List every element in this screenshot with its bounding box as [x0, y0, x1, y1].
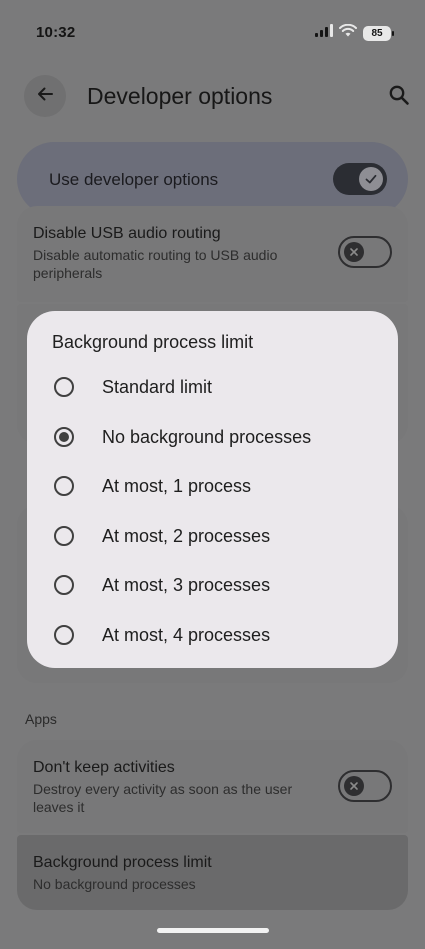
option-at-most-4[interactable]: At most, 4 processes — [27, 615, 398, 655]
master-toggle[interactable] — [333, 163, 387, 195]
radio-button[interactable] — [54, 476, 74, 496]
option-label: Standard limit — [102, 377, 213, 397]
battery-icon: 85 — [363, 25, 394, 41]
arrow-back-icon — [35, 84, 55, 109]
back-button[interactable] — [24, 75, 66, 117]
close-icon — [344, 776, 364, 796]
wifi-icon — [339, 23, 357, 42]
signal-icon — [315, 24, 333, 42]
option-at-most-2[interactable]: At most, 2 processes — [27, 516, 398, 556]
dont-keep-activities-title: Don't keep activities — [33, 759, 175, 776]
master-switch-label: Use developer options — [49, 170, 219, 189]
radio-button-selected[interactable] — [54, 427, 74, 447]
option-no-background-processes[interactable]: No background processes — [27, 417, 398, 457]
usb-audio-title: Disable USB audio routing — [33, 225, 221, 242]
radio-button[interactable] — [54, 377, 74, 397]
background-process-limit-title: Background process limit — [33, 854, 212, 871]
background-process-limit-dialog: Background process limit Standard limit … — [27, 311, 398, 668]
gesture-navigation-bar[interactable] — [157, 928, 269, 933]
page-title: Developer options — [87, 83, 273, 109]
check-icon — [359, 167, 383, 191]
option-standard-limit[interactable]: Standard limit — [27, 367, 398, 407]
option-label: At most, 2 processes — [102, 526, 271, 546]
radio-button[interactable] — [54, 575, 74, 595]
option-label: At most, 3 processes — [102, 575, 271, 595]
search-icon — [388, 84, 410, 111]
option-at-most-3[interactable]: At most, 3 processes — [27, 565, 398, 605]
option-label: At most, 1 process — [102, 476, 252, 496]
background-process-limit-subtitle: No background processes — [33, 876, 196, 892]
usb-audio-toggle[interactable] — [338, 236, 392, 268]
status-time: 10:32 — [36, 24, 76, 41]
background-process-limit-row[interactable] — [17, 835, 408, 910]
status-icons: 85 — [315, 23, 394, 42]
option-at-most-1[interactable]: At most, 1 process — [27, 466, 398, 506]
apps-section-label: Apps — [25, 711, 57, 727]
dialog-title: Background process limit — [52, 332, 254, 352]
close-icon — [344, 242, 364, 262]
dont-keep-activities-subtitle: Destroy every activity as soon as the us… — [33, 781, 293, 815]
dont-keep-activities-toggle[interactable] — [338, 770, 392, 802]
search-button[interactable] — [384, 82, 414, 112]
radio-button[interactable] — [54, 526, 74, 546]
option-label: At most, 4 processes — [102, 625, 271, 645]
usb-audio-subtitle: Disable automatic routing to USB audio p… — [33, 247, 278, 281]
battery-level: 85 — [371, 27, 383, 39]
option-label: No background processes — [102, 427, 312, 447]
radio-button[interactable] — [54, 625, 74, 645]
